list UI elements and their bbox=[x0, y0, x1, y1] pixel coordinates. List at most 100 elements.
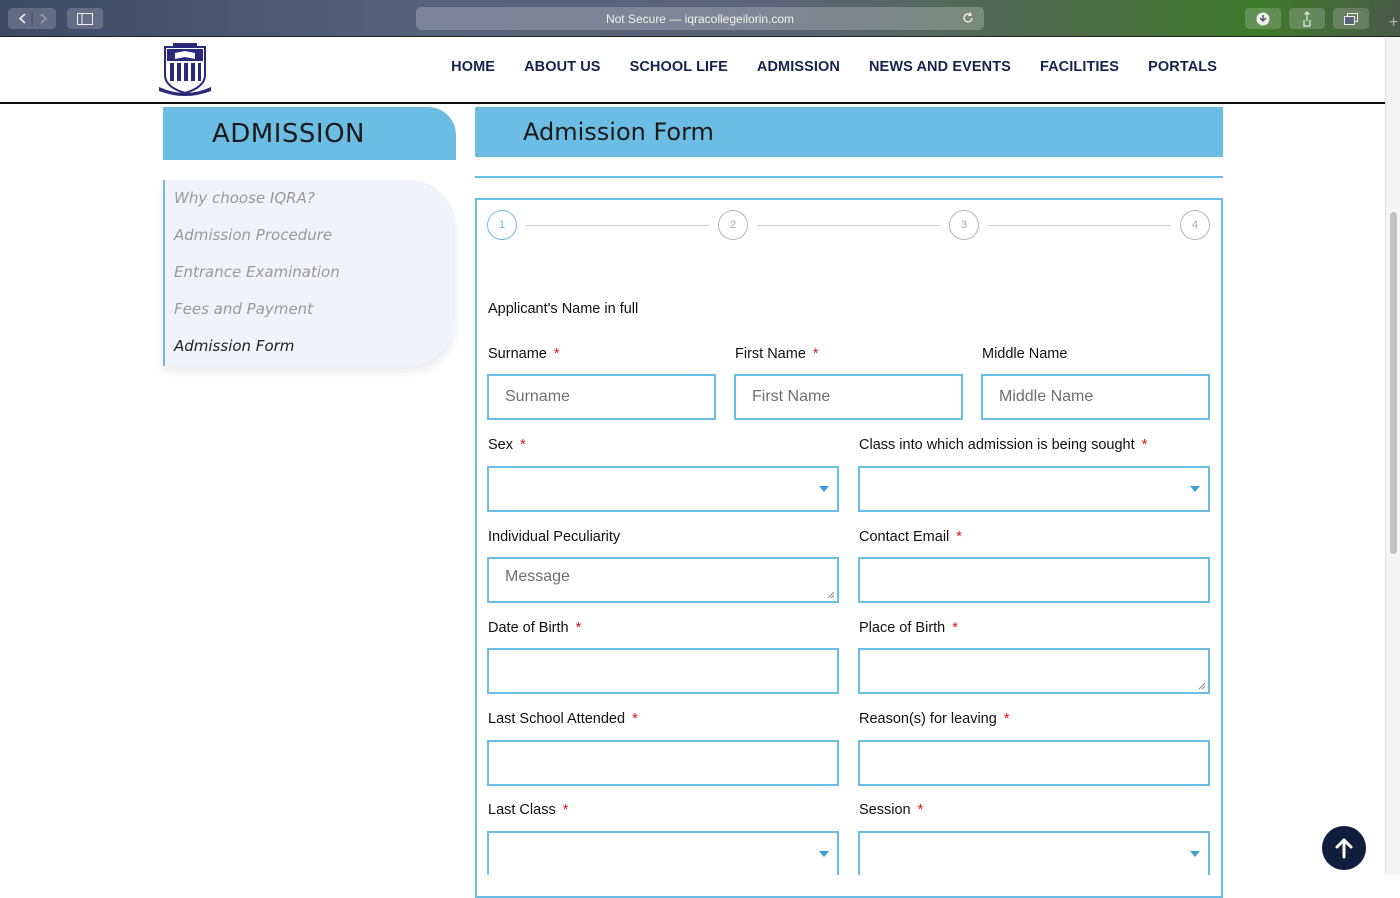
required-mark: * bbox=[575, 620, 582, 636]
section-label-applicant-name: Applicant's Name in full bbox=[488, 301, 639, 317]
session-label-text: Session bbox=[859, 802, 911, 818]
browser-toolbar: Not Secure — iqracollegeilorin.com + bbox=[0, 0, 1400, 37]
sex-label: Sex * bbox=[488, 437, 526, 453]
first-name-input[interactable]: First Name bbox=[734, 374, 963, 420]
back-forward-buttons[interactable] bbox=[8, 8, 56, 29]
share-icon bbox=[1303, 10, 1311, 27]
step-2[interactable]: 2 bbox=[718, 210, 748, 240]
first-name-label-text: First Name bbox=[735, 346, 806, 362]
downloads-button[interactable] bbox=[1245, 8, 1281, 29]
sex-select[interactable] bbox=[487, 466, 839, 512]
class-select[interactable] bbox=[858, 466, 1210, 512]
tabs-overview-button[interactable] bbox=[1333, 8, 1369, 29]
scroll-to-top-button[interactable] bbox=[1322, 826, 1366, 870]
class-label-text: Class into which admission is being soug… bbox=[859, 437, 1135, 453]
reload-icon[interactable] bbox=[960, 10, 976, 26]
step-1[interactable]: 1 bbox=[487, 210, 517, 240]
download-icon bbox=[1256, 12, 1270, 25]
form-header: Admission Form bbox=[475, 107, 1223, 157]
last-class-label-text: Last Class bbox=[488, 802, 556, 818]
form-title: Admission Form bbox=[523, 118, 714, 146]
session-label: Session * bbox=[859, 802, 923, 818]
required-mark: * bbox=[1003, 711, 1010, 727]
middle-name-placeholder: Middle Name bbox=[999, 388, 1094, 405]
nav-news-and-events[interactable]: NEWS AND EVENTS bbox=[869, 59, 1011, 75]
last-class-select[interactable] bbox=[487, 831, 839, 875]
chevron-down-icon bbox=[819, 486, 829, 492]
middle-name-label: Middle Name bbox=[982, 346, 1068, 362]
last-class-label: Last Class * bbox=[488, 802, 568, 818]
form-divider bbox=[475, 176, 1223, 178]
peculiarity-label: Individual Peculiarity bbox=[488, 529, 621, 545]
class-label: Class into which admission is being soug… bbox=[859, 437, 1147, 453]
step-connector bbox=[988, 225, 1171, 226]
new-tab-plus-icon[interactable]: + bbox=[1386, 8, 1400, 37]
address-text: Not Secure — iqracollegeilorin.com bbox=[605, 11, 795, 26]
nav-home[interactable]: HOME bbox=[451, 59, 495, 75]
reasons-label-text: Reason(s) for leaving bbox=[859, 711, 997, 727]
sidebar-icon bbox=[77, 12, 93, 25]
sidebar-item-admission-form[interactable]: Admission Form bbox=[174, 337, 294, 355]
middle-name-input[interactable]: Middle Name bbox=[981, 374, 1210, 420]
pob-label: Place of Birth * bbox=[859, 620, 958, 636]
pob-textarea[interactable] bbox=[858, 648, 1210, 694]
resize-grip-icon[interactable] bbox=[827, 591, 835, 599]
required-mark: * bbox=[812, 346, 819, 362]
nav-admission[interactable]: ADMISSION bbox=[757, 59, 840, 75]
surname-input[interactable]: Surname bbox=[487, 374, 716, 420]
scrollbar-thumb[interactable] bbox=[1390, 212, 1397, 554]
session-select[interactable] bbox=[858, 831, 1210, 875]
reasons-label: Reason(s) for leaving * bbox=[859, 711, 1009, 727]
sidebar-item-entrance-examination[interactable]: Entrance Examination bbox=[174, 263, 340, 281]
required-mark: * bbox=[520, 437, 526, 453]
sidebar-menu: Why choose IQRA? Admission Procedure Ent… bbox=[163, 180, 455, 366]
required-mark: * bbox=[1141, 437, 1148, 453]
step-connector bbox=[757, 225, 940, 226]
page-scrollbar[interactable] bbox=[1385, 37, 1400, 875]
last-school-input[interactable] bbox=[487, 740, 839, 786]
nav-about-us[interactable]: ABOUT US bbox=[524, 59, 601, 75]
tabs-icon bbox=[1344, 12, 1358, 25]
dob-label-text: Date of Birth bbox=[488, 620, 569, 636]
share-button[interactable] bbox=[1289, 8, 1325, 29]
required-mark: * bbox=[632, 711, 638, 727]
nav-facilities[interactable]: FACILITIES bbox=[1040, 59, 1119, 75]
back-forward-icon bbox=[18, 11, 48, 26]
sidebar-toggle-button[interactable] bbox=[67, 8, 103, 29]
sidebar-header: ADMISSION bbox=[163, 107, 456, 160]
sidebar-item-admission-procedure[interactable]: Admission Procedure bbox=[174, 226, 332, 244]
dob-label: Date of Birth * bbox=[488, 620, 581, 636]
email-input[interactable] bbox=[858, 557, 1210, 603]
reasons-input[interactable] bbox=[858, 740, 1210, 786]
sidebar-title: ADMISSION bbox=[212, 119, 365, 149]
sidebar-item-fees-and-payment[interactable]: Fees and Payment bbox=[174, 300, 313, 318]
chevron-down-icon bbox=[1190, 851, 1200, 857]
pob-label-text: Place of Birth bbox=[859, 620, 946, 636]
email-label-text: Contact Email bbox=[859, 529, 950, 545]
sidebar-item-why-choose-iqra[interactable]: Why choose IQRA? bbox=[174, 189, 315, 207]
email-label: Contact Email * bbox=[859, 529, 962, 545]
first-name-label: First Name * bbox=[735, 346, 819, 362]
nav-portals[interactable]: PORTALS bbox=[1148, 59, 1217, 75]
required-mark: * bbox=[952, 620, 958, 636]
required-mark: * bbox=[956, 529, 962, 545]
sex-label-text: Sex bbox=[488, 437, 513, 453]
resize-grip-icon[interactable] bbox=[1198, 682, 1206, 690]
nav-school-life[interactable]: SCHOOL LIFE bbox=[630, 59, 728, 75]
last-school-label-text: Last School Attended bbox=[488, 711, 626, 727]
peculiarity-textarea[interactable]: Message bbox=[487, 557, 839, 603]
arrow-up-icon bbox=[1335, 838, 1353, 859]
dob-input[interactable] bbox=[487, 648, 839, 694]
site-header: HOME ABOUT US SCHOOL LIFE ADMISSION NEWS… bbox=[0, 37, 1385, 104]
chevron-down-icon bbox=[1190, 486, 1200, 492]
address-bar[interactable]: Not Secure — iqracollegeilorin.com bbox=[416, 7, 984, 30]
chevron-down-icon bbox=[819, 851, 829, 857]
required-mark: * bbox=[553, 346, 560, 362]
required-mark: * bbox=[917, 802, 924, 818]
main-nav: HOME ABOUT US SCHOOL LIFE ADMISSION NEWS… bbox=[422, 59, 1217, 75]
step-4[interactable]: 4 bbox=[1180, 210, 1210, 240]
peculiarity-placeholder: Message bbox=[505, 568, 570, 585]
surname-placeholder: Surname bbox=[505, 388, 570, 405]
school-logo[interactable] bbox=[157, 43, 213, 97]
step-3[interactable]: 3 bbox=[949, 210, 979, 240]
